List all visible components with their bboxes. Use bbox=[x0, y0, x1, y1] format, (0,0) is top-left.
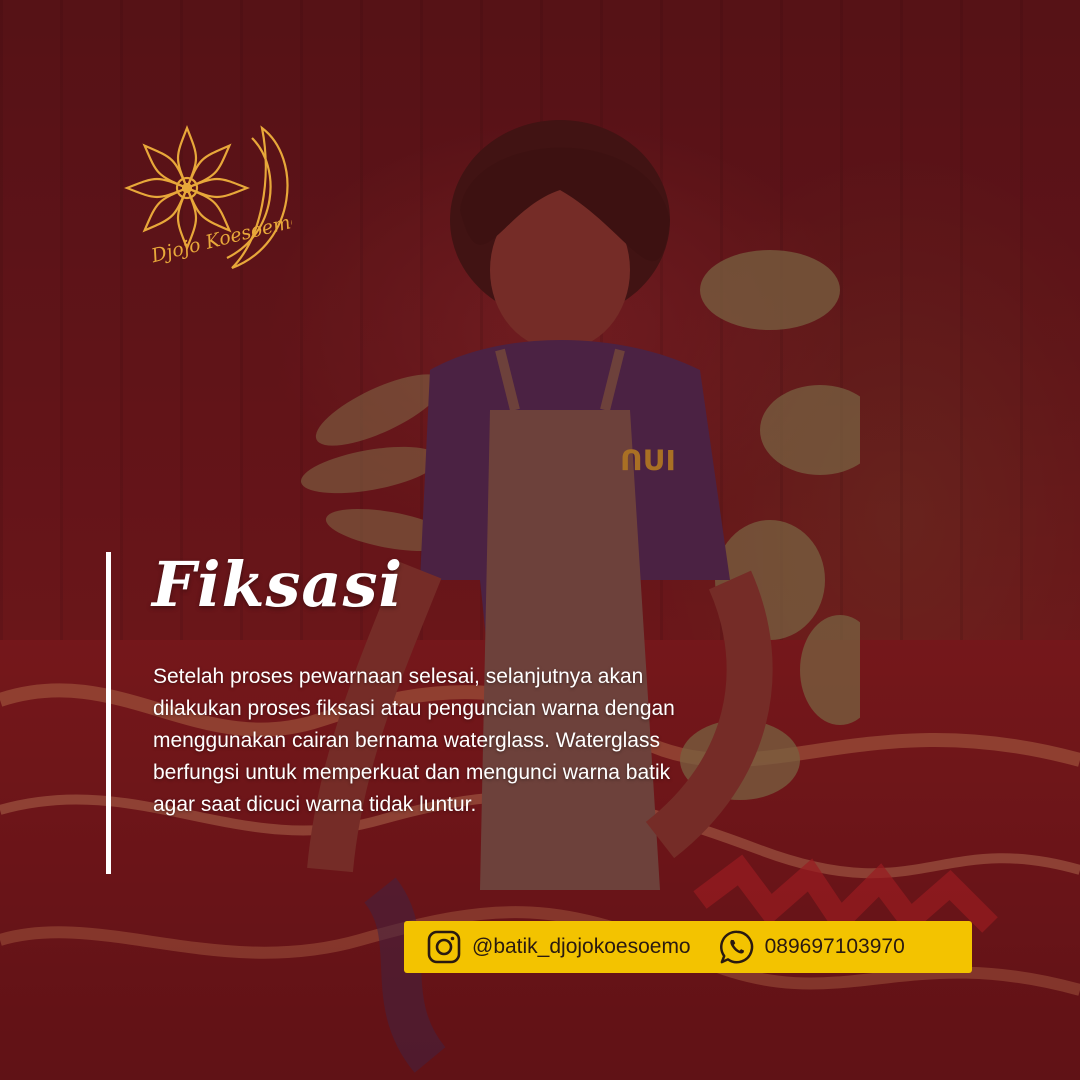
phone-number-link[interactable]: 089697103970 bbox=[765, 935, 905, 959]
accent-bar bbox=[106, 552, 111, 874]
contact-bar: @batik_djojokoesoemo 089697103970 bbox=[404, 921, 972, 973]
whatsapp-icon[interactable] bbox=[719, 929, 755, 965]
instagram-icon[interactable] bbox=[426, 929, 462, 965]
post-canvas: ᑎᑌI Djojo Koesoemo Fiksasi Setelah prose bbox=[0, 0, 1080, 1080]
page-title: Fiksasi bbox=[152, 548, 404, 621]
description-text: Setelah proses pewarnaan selesai, selanj… bbox=[153, 665, 675, 816]
instagram-handle-link[interactable]: @batik_djojokoesoemo bbox=[472, 935, 691, 959]
brand-logo: Djojo Koesoemo bbox=[124, 125, 292, 270]
